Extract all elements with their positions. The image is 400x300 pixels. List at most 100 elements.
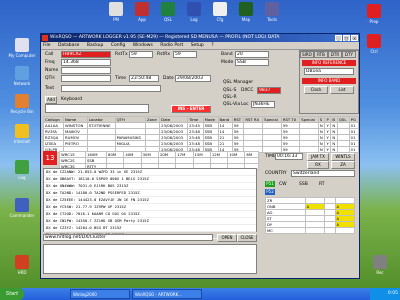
insert-enter-button[interactable]: INS - ENTER <box>171 105 211 113</box>
pm-icon <box>109 2 123 16</box>
menu-item[interactable]: Backup <box>87 43 104 48</box>
internet-icon <box>15 124 29 138</box>
swiss-flag-icon <box>367 4 381 18</box>
info-reference-title: INFO REFERENCE <box>302 60 356 66</box>
menu-item[interactable]: Database <box>58 43 79 48</box>
tab-dty[interactable]: DTY <box>342 51 356 58</box>
menu-bar: File Database Backup Config Windows Radi… <box>41 42 359 50</box>
hrd-icon <box>15 255 29 269</box>
tab-dtr[interactable]: DTR <box>328 51 342 58</box>
grid-row[interactable]: MC <box>265 227 356 234</box>
taskbar: Start Winlog2000 WinRQSO - ARTWORK... 0:… <box>0 288 400 300</box>
list-item[interactable]: DX de CN2PW: 14350.7 ZZ1HD SB QSM Party … <box>44 218 256 225</box>
computer-icon <box>15 38 29 52</box>
right-panel: TIME 00:16:33 JAM TX WINTLS RX ZA COUNTR… <box>263 151 359 277</box>
app-icon <box>42 35 48 41</box>
qsl-via-checkbox[interactable]: QSL-Via <box>223 102 240 107</box>
maximize-button[interactable]: □ <box>343 35 350 41</box>
country-field: Switzerland <box>291 170 355 177</box>
start-button[interactable]: Start <box>0 288 24 300</box>
desktop-icon[interactable]: Tools <box>254 2 290 22</box>
grid-cell: MC <box>265 227 306 234</box>
close-cluster-button[interactable]: CLOSE <box>237 234 257 242</box>
call-input[interactable]: HB9CXZ <box>61 51 111 58</box>
desktop-icon[interactable]: Network <box>4 66 40 86</box>
cluster-band-body: WRC1S 160M 80M 40M 30M 20M 17M 15M 12M 10M 6M WRC2S… <box>59 151 259 170</box>
open-button[interactable]: OPEN <box>217 234 237 242</box>
desktop-icon[interactable]: Commander <box>4 198 40 218</box>
desktop-icon[interactable]: Prop <box>356 4 392 24</box>
dx-cluster-list[interactable]: DX de IZ2ANW: 21.053.0 WZFD 33 in SE 231… <box>43 168 257 239</box>
menu-item[interactable]: Config <box>111 43 125 48</box>
time-input[interactable]: 23:50:48 <box>129 75 159 82</box>
system-tray-clock: 0:05 <box>370 288 400 300</box>
grid-cell <box>304 227 326 234</box>
band-select[interactable]: 20 <box>235 51 269 58</box>
date-input[interactable]: 29/08/2003 <box>175 75 211 82</box>
tab-rtb[interactable]: RTB <box>314 51 328 58</box>
cluster-console[interactable] <box>43 244 257 274</box>
info-panel: SIRO RTB DTR DTY INFO REFERENCE DB1ea IN… <box>299 50 359 114</box>
tab-siro[interactable]: SIRO <box>300 51 314 58</box>
psk-badge: P52 <box>265 189 275 195</box>
logger-window: WinRQSO — ARTWORK LOGGER v1.95 (SE-M29) … <box>40 33 360 279</box>
list-item[interactable]: DX de ON4WWW: 7031.0 EJ1RK BOS 2315Z <box>44 183 256 190</box>
close-button[interactable]: × <box>351 35 358 41</box>
desktop-icon[interactable]: Rec <box>362 255 398 275</box>
name-input[interactable] <box>61 67 111 74</box>
za-button[interactable]: ZA <box>331 161 355 169</box>
qsl-icon <box>161 2 175 16</box>
desktop-icon[interactable]: Recycle Bin <box>4 94 40 114</box>
list-item[interactable]: DX de GB6AVT: 18110.0 S5PO9 000X 1 BELS … <box>44 176 256 183</box>
cluster-number: 13 <box>43 151 57 165</box>
menu-item[interactable]: Radio Port <box>160 43 183 48</box>
taskbar-item[interactable]: WinRQSO - ARTWORK... <box>132 289 202 299</box>
clock-button[interactable]: Clock <box>304 86 328 94</box>
add-button[interactable]: Add <box>45 96 57 104</box>
window-title: WinRQSO — ARTWORK LOGGER v1.95 (SE-M29) … <box>50 35 280 40</box>
desktop-icon[interactable]: Internet <box>4 124 40 144</box>
wintls-button[interactable]: WINTLS <box>331 153 355 161</box>
commander-icon <box>15 198 29 212</box>
list-item[interactable]: DX de IZ3YZ: 14204.0 BSG BT 2315Z <box>44 225 256 232</box>
desktop-icon[interactable]: My Computer <box>4 38 40 58</box>
reference-select[interactable]: DB1ea <box>304 68 354 75</box>
rst-rcvd-input[interactable]: 59 <box>173 51 197 58</box>
map-icon <box>239 2 253 16</box>
menu-item[interactable]: Windows <box>133 43 153 48</box>
menu-item[interactable]: Setup <box>191 43 204 48</box>
text-input[interactable] <box>61 85 161 92</box>
menu-item[interactable]: ? <box>211 43 213 48</box>
window-title-bar[interactable]: WinRQSO — ARTWORK LOGGER v1.95 (SE-M29) … <box>41 34 359 42</box>
mode-select[interactable]: SSB <box>235 59 269 66</box>
list-item[interactable]: DX de IZ2ANW: 21.053.0 WZFD 33 in SE 231… <box>44 169 256 176</box>
qsl-sent-checkbox[interactable]: QSL-S <box>223 88 236 93</box>
list-item[interactable]: DX de TA2ND: 14180.0 TA2ND PSSERFED 2315… <box>44 190 256 197</box>
menu-item[interactable]: File <box>43 43 51 48</box>
desktop-icon[interactable]: Ctrl <box>356 34 392 54</box>
freq-input[interactable]: 14.368 <box>61 59 111 66</box>
worked-grid-body: ZR ONB A A AG A ST A DY A MC <box>265 197 356 234</box>
jam-tx-button[interactable]: JAM TX <box>307 153 329 161</box>
rst-sent-input[interactable]: 59 <box>129 51 153 58</box>
list-item[interactable]: DX de CT2OD: 7016.1 KAAN9 CO GOI OX 2315… <box>44 211 256 218</box>
band-row[interactable]: WRC1S 160M 80M 40M 30M 20M 17M 15M 12M 10M 6M <box>59 151 259 158</box>
desktop-icon[interactable]: Log <box>4 160 40 180</box>
qth-input[interactable] <box>61 75 111 82</box>
url-input[interactable]: www.hrdlog.net/DX/Cluster <box>43 234 213 241</box>
log-table-body: AA1AA WINSTON ST.ETIENNE 23/08/2003 23:45 SSB… <box>42 122 360 153</box>
list-item[interactable]: DX de IZ5EEE: 144423.0 EZAVYJE JN 1E FN … <box>44 197 256 204</box>
minimize-button[interactable]: _ <box>335 35 342 41</box>
log-table: Callsign Name Locator QTH Zone Date Time Mode Ba… <box>42 116 360 153</box>
desktop-icon[interactable]: HRD <box>4 255 40 275</box>
worked-grid-table: ZR ONB A A AG A ST A DY A MC <box>265 197 356 234</box>
rx-button[interactable]: RX <box>307 161 329 169</box>
list-item[interactable]: DX de YC5SW: 21.77.9 IZ9PW XP 2315Z <box>44 204 256 211</box>
keyboard-input[interactable] <box>45 104 149 113</box>
qsl-rcvd-checkbox[interactable]: QSL-R <box>223 95 237 100</box>
grid-cell <box>324 227 336 234</box>
info-band-title: INFO BAND <box>302 78 356 84</box>
taskbar-item[interactable]: Winlog2000 <box>70 289 130 299</box>
list-button[interactable]: List <box>330 86 354 94</box>
locator-input[interactable]: JN36HE <box>251 101 275 108</box>
